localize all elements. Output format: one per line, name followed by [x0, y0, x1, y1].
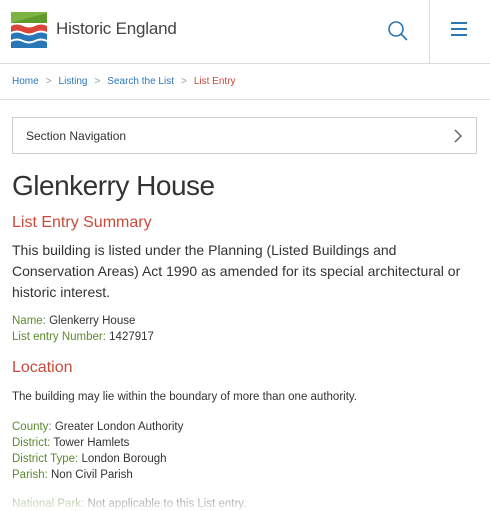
- district-key: District:: [12, 437, 51, 449]
- national-park-key: National Park:: [12, 498, 85, 510]
- parish-value: Non Civil Parish: [51, 469, 133, 481]
- summary-text: This building is listed under the Planni…: [12, 242, 461, 300]
- national-park-value: Not applicable to this List entry.: [87, 498, 247, 510]
- breadcrumb: Home > Listing > Search the List > List Entry: [12, 76, 236, 87]
- county-row: County: Greater London Authority: [12, 421, 183, 433]
- district-type-key: District Type:: [12, 453, 79, 465]
- name-key: Name:: [12, 315, 46, 327]
- hamburger-menu-icon[interactable]: [444, 18, 474, 46]
- national-park-row: National Park: Not applicable to this Li…: [12, 498, 246, 510]
- district-type-row: District Type: London Borough: [12, 453, 167, 465]
- list-entry-summary-heading: List Entry Summary: [12, 214, 152, 231]
- location-heading: Location: [12, 359, 73, 376]
- search-icon[interactable]: [380, 14, 416, 50]
- breadcrumb-listing[interactable]: Listing: [59, 76, 88, 87]
- name-value: Glenkerry House: [49, 315, 136, 327]
- breadcrumb-separator-icon: >: [94, 76, 101, 87]
- header-divider: [429, 0, 430, 64]
- page-title: Glenkerry House: [12, 170, 215, 201]
- breadcrumb-current: List Entry: [193, 76, 236, 87]
- breadcrumb-home[interactable]: Home: [12, 76, 39, 87]
- district-value: Tower Hamlets: [53, 437, 130, 449]
- list-entry-number-value: 1427917: [109, 331, 154, 343]
- section-navigation-button[interactable]: Section Navigation: [12, 117, 477, 154]
- brand-name[interactable]: Historic England: [56, 19, 177, 39]
- breadcrumb-separator-icon: >: [181, 76, 187, 87]
- breadcrumb-search-the-list[interactable]: Search the List: [107, 76, 174, 87]
- location-intro: The building may lie within the boundary…: [12, 391, 357, 403]
- site-header: Historic England: [0, 0, 490, 64]
- parish-key: Parish:: [12, 469, 48, 481]
- list-entry-number-key: List entry Number:: [12, 331, 106, 343]
- list-entry-number-row: List entry Number: 1427917: [12, 331, 154, 343]
- district-type-value: London Borough: [81, 453, 167, 465]
- parish-row: Parish: Non Civil Parish: [12, 469, 133, 481]
- chevron-right-icon: [454, 129, 462, 143]
- breadcrumb-divider: [0, 99, 490, 100]
- district-row: District: Tower Hamlets: [12, 437, 129, 449]
- breadcrumb-separator-icon: >: [45, 76, 52, 87]
- section-navigation-label: Section Navigation: [26, 129, 127, 143]
- county-value: Greater London Authority: [54, 421, 184, 433]
- historic-england-logo[interactable]: [11, 12, 47, 48]
- name-row: Name: Glenkerry House: [12, 315, 135, 327]
- county-key: County:: [12, 421, 52, 433]
